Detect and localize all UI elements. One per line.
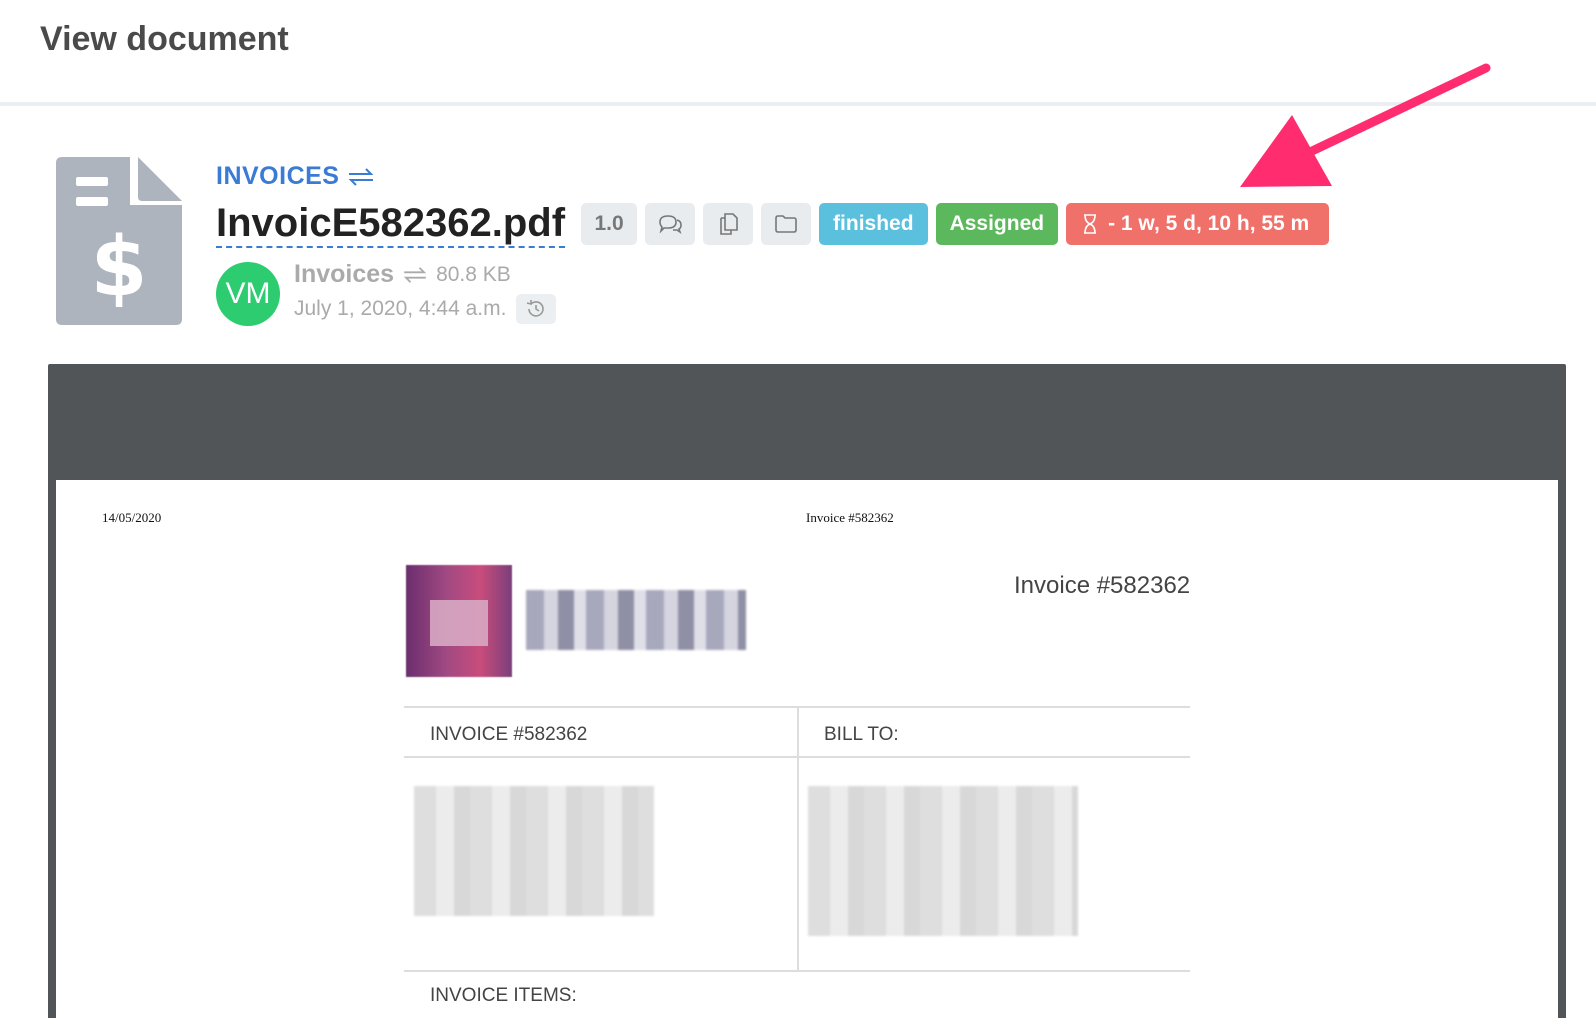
page-title: View document <box>40 20 289 58</box>
table-divider <box>797 708 799 970</box>
table-header-border <box>404 756 1190 758</box>
history-icon <box>527 300 545 317</box>
swap-icon[interactable] <box>347 167 375 187</box>
comments-button[interactable] <box>645 203 696 245</box>
pdf-print-header: Invoice #582362 <box>806 510 894 525</box>
history-button[interactable] <box>516 294 557 324</box>
annotation-arrow <box>1240 63 1491 187</box>
category-row: INVOICES <box>216 162 375 191</box>
title-row: InvoicE582362.pdf 1.0 finished Assigned … <box>216 200 1337 248</box>
deadline-text: - 1 w, 5 d, 10 h, 55 m <box>1108 212 1310 235</box>
created-date: July 1, 2020, 4:44 a.m. <box>294 297 507 320</box>
invoice-items-label: INVOICE ITEMS: <box>430 985 577 1006</box>
pdf-print-date: 14/05/2020 <box>102 510 162 525</box>
owner-category[interactable]: Invoices <box>294 260 394 289</box>
copy-document-icon <box>720 213 738 235</box>
invoice-file-icon: $ <box>56 157 182 325</box>
folder-button[interactable] <box>761 203 812 245</box>
meta-date-row: July 1, 2020, 4:44 a.m. <box>294 294 557 324</box>
bill-to-label: BILL TO: <box>824 724 899 745</box>
file-name[interactable]: InvoicE582362.pdf <box>216 200 566 248</box>
status-badge[interactable]: finished <box>819 203 928 245</box>
swap-icon[interactable] <box>402 266 428 284</box>
blurred-bill-to-details <box>808 786 1078 936</box>
hourglass-icon <box>1084 214 1097 234</box>
svg-text:$: $ <box>90 220 147 315</box>
file-size: 80.8 KB <box>436 262 511 286</box>
folder-icon <box>775 215 797 233</box>
deadline-badge[interactable]: - 1 w, 5 d, 10 h, 55 m <box>1066 203 1330 245</box>
category-link[interactable]: INVOICES <box>216 162 339 191</box>
blurred-logo-inner <box>430 600 488 646</box>
meta-category-size: Invoices 80.8 KB <box>294 260 511 289</box>
avatar[interactable]: VM <box>216 262 280 326</box>
assignment-badge[interactable]: Assigned <box>935 203 1059 245</box>
pdf-viewer[interactable]: 14/05/2020 Invoice #582362 Invoice #5823… <box>48 364 1566 1018</box>
table-bottom-border <box>404 970 1190 972</box>
comments-icon <box>659 215 682 234</box>
invoice-number-label: INVOICE #582362 <box>430 724 588 745</box>
blurred-company-name <box>526 590 746 650</box>
version-badge[interactable]: 1.0 <box>581 203 638 245</box>
copy-document-button[interactable] <box>703 203 754 245</box>
invoice-title: Invoice #582362 <box>1014 572 1191 599</box>
blurred-invoice-details <box>414 786 654 916</box>
pdf-page: 14/05/2020 Invoice #582362 Invoice #5823… <box>56 480 1558 1018</box>
